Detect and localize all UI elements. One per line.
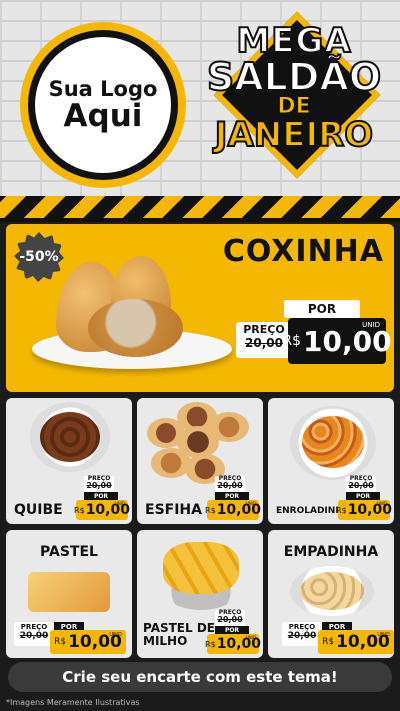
currency: R$ [205,505,216,515]
old-price: 20,00 [86,481,112,490]
product-card-quibe[interactable]: QUIBE PREÇO 20,00 POR R$ 10,00 UNID [6,398,132,524]
currency: R$ [282,333,302,349]
old-price-box: PREÇO 20,00 [346,476,376,492]
product-name: PASTEL [40,544,98,560]
footnote: *Imagens Meramente Ilustrativas [6,698,140,707]
product-price-tag: PREÇO 20,00 POR R$ 10,00 UNID [336,476,392,520]
logo-ring: Sua Logo Aqui [28,30,178,180]
product-name: EMPADINHA [283,544,379,560]
coxinha-cut-image [88,299,183,357]
logo-text-line1: Sua Logo [48,76,158,101]
old-price: 20,00 [19,630,49,641]
hero-price-tag: POR PREÇO 20,00 R$ 10,00 UNID [236,300,392,368]
new-price-box: R$ 10,00 UNID [74,500,130,520]
old-price-box: PREÇO 20,00 [282,622,322,646]
product-card-empadinha[interactable]: EMPADINHA PREÇO 20,00 POR R$ 10,00 UNID [268,530,394,658]
currency: R$ [74,505,85,515]
unit-label: UNID [109,632,122,638]
unit-label: UNID [377,632,390,638]
new-price-box: R$ 10,00 UNID [50,630,126,654]
new-price-box: R$ 10,00 UNID [336,500,392,520]
por-label: POR [84,492,118,500]
old-price-box: PREÇO 20,00 [215,476,245,492]
por-label: POR [284,300,360,318]
product-name: QUIBE [14,502,63,518]
old-price-box: PREÇO 20,00 [84,476,114,492]
por-label: POR [215,626,249,634]
unit-label: UNID [245,501,256,506]
promo-line1: MEGA [235,21,352,61]
product-card-pastel[interactable]: PASTEL PREÇO 20,00 POR R$ 10,00 UNID [6,530,132,658]
currency: R$ [336,505,347,515]
product-name: ESFIHA [145,502,202,518]
unit-label: UNID [376,501,387,506]
unit-label: UNID [114,501,125,506]
pastel-image [28,572,110,612]
discount-badge: -50% [14,232,64,282]
unit-label: UNID [245,635,256,640]
product-price-tag: PREÇO 20,00 POR R$ 10,00 UNID [205,610,261,654]
currency: R$ [54,637,67,647]
old-price: 20,00 [217,481,243,490]
old-price: 20,00 [217,615,243,624]
hero-product-title: COXINHA [222,234,384,269]
enroladinho-image [302,416,364,468]
currency: R$ [205,639,216,649]
currency: R$ [322,637,335,647]
product-price-tag: PREÇO 20,00 POR R$ 10,00 UNID [282,622,394,654]
new-price: 10,00 [303,324,392,358]
logo-inner: Sua Logo Aqui [35,37,171,173]
new-price-box: R$ 10,00 UNID [282,318,392,364]
product-card-enroladinho[interactable]: ENROLADINHO PREÇO 20,00 POR R$ 10,00 UNID [268,398,394,524]
header-brick-background: Sua Logo Aqui MEGA SALDÃO DE JANEIRO [0,0,400,196]
old-price-box: PREÇO 20,00 [215,610,245,626]
product-price-tag: PREÇO 20,00 POR R$ 10,00 UNID [74,476,130,520]
new-price-box: R$ 10,00 UNID [205,634,261,654]
divider [0,218,400,222]
product-card-esfiha[interactable]: ESFIHA PREÇO 20,00 POR R$ 10,00 UNID [137,398,263,524]
promo-line2: SALDÃO [206,55,382,99]
hazard-stripes [0,196,400,218]
quibe-image [40,412,100,462]
promo-text: MEGA SALDÃO DE JANEIRO [196,21,392,155]
old-price: 20,00 [348,481,374,490]
promo-title: MEGA SALDÃO DE JANEIRO [196,11,392,194]
logo-placeholder[interactable]: Sua Logo Aqui [20,22,186,188]
old-price-box: PREÇO 20,00 [14,622,54,646]
por-label: POR [346,492,380,500]
pastel-de-milho-image [163,542,239,594]
product-card-pastel-de-milho[interactable]: PASTEL DE MILHO PREÇO 20,00 POR R$ 10,00 UN… [137,530,263,658]
product-price-tag: PREÇO 20,00 POR R$ 10,00 UNID [14,622,126,654]
por-label: POR [215,492,249,500]
promo-line4: JANEIRO [214,115,374,155]
unit-label: UNID [362,321,380,329]
empadinha-image [300,572,364,610]
logo-text-line2: Aqui [63,97,143,134]
old-price: 20,00 [287,630,317,641]
new-price-box: R$ 10,00 UNID [205,500,261,520]
new-price-box: R$ 10,00 UNID [318,630,394,654]
cta-banner[interactable]: Crie seu encarte com este tema! [8,662,392,692]
product-price-tag: PREÇO 20,00 POR R$ 10,00 UNID [205,476,261,520]
hero-product-card[interactable]: -50% COXINHA POR PREÇO 20,00 R$ 10,00 UN… [6,224,394,392]
